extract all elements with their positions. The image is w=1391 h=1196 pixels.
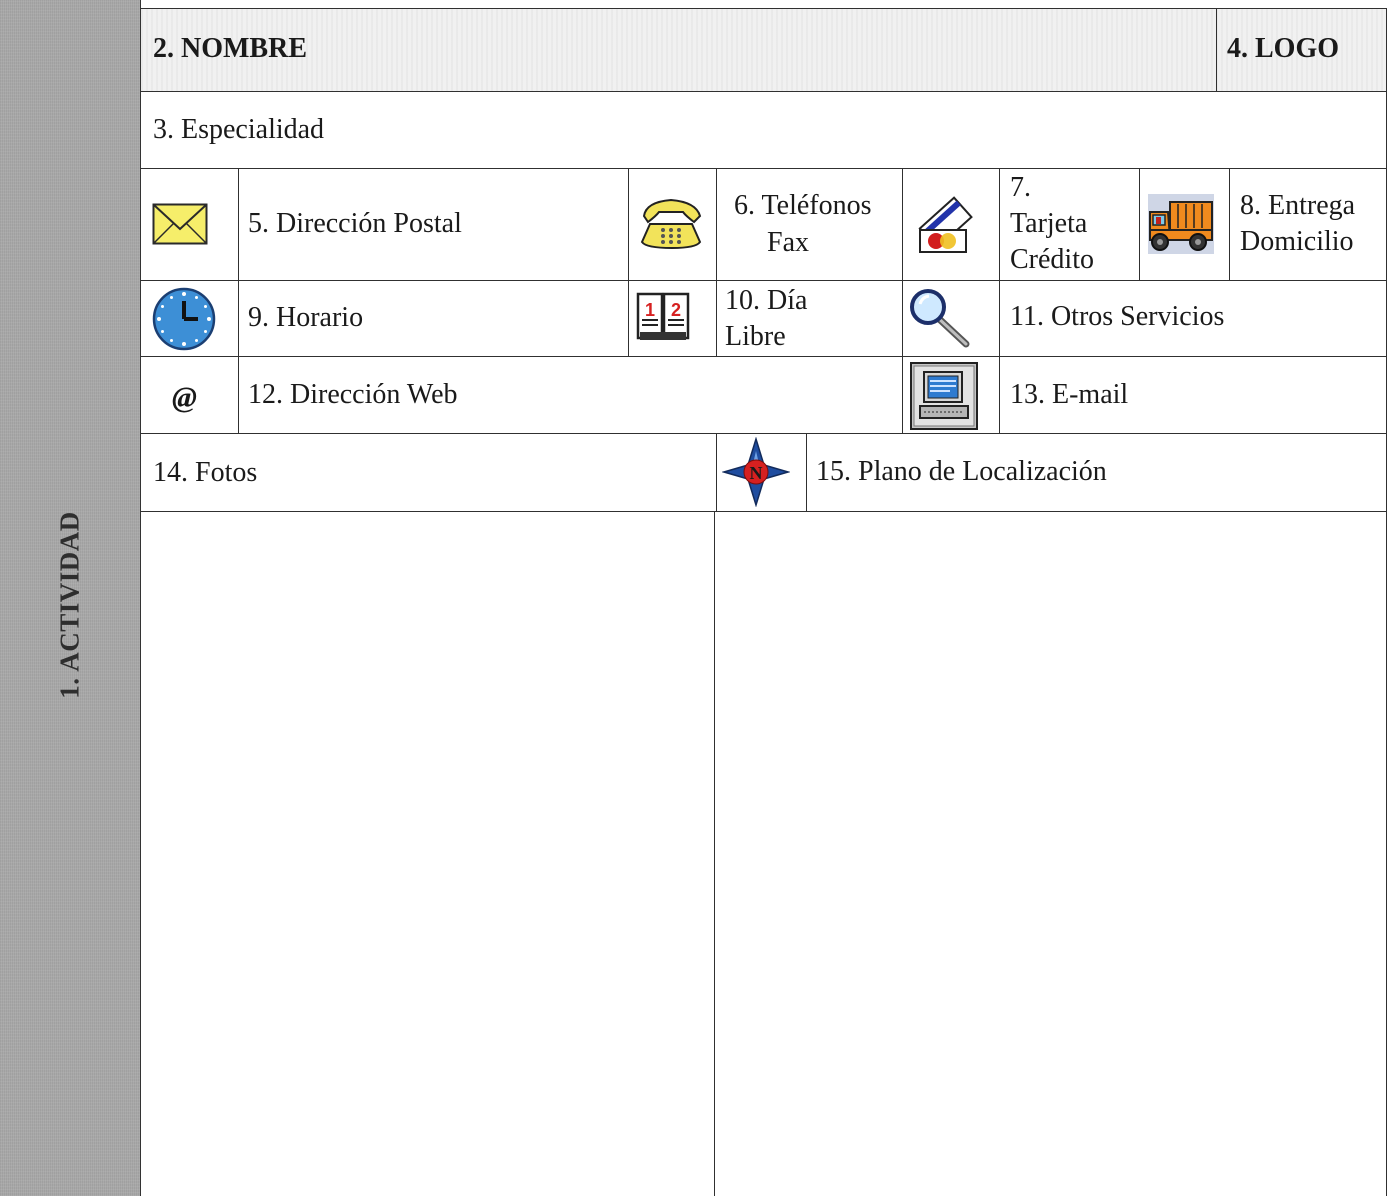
credit-card-label-line2: Tarjeta [1010, 208, 1088, 239]
grid-line [141, 168, 1387, 169]
grid-line [902, 168, 903, 433]
grid-line [141, 8, 1387, 9]
other-services-label: 11. Otros Servicios [1010, 301, 1225, 332]
location-map-area [716, 513, 1386, 1196]
grid-line [141, 433, 1387, 434]
grid-line [999, 168, 1000, 433]
credit-card-icon [912, 192, 978, 263]
header-band [141, 8, 1387, 92]
location-map-label: 15. Plano de Localización [816, 456, 1107, 487]
magnifier-icon [908, 288, 972, 355]
grid-line [1229, 168, 1230, 280]
grid-line [141, 91, 1387, 92]
name-field-label: 2. NOMBRE [153, 33, 307, 64]
compass-icon: N [721, 436, 791, 512]
home-delivery-label-line1: 8. Entrega [1240, 190, 1356, 221]
grid-line [806, 433, 807, 511]
telephone-icon [636, 194, 706, 257]
grid-line [238, 168, 239, 433]
calendar-right-digit: 2 [671, 300, 681, 320]
day-off-label-line2: Libre [725, 321, 786, 352]
specialty-label: 3. Especialidad [153, 114, 325, 145]
envelope-icon [152, 203, 208, 250]
clock-icon [152, 287, 216, 356]
home-delivery-label-line2: Domicilio [1240, 226, 1354, 257]
grid-line [1216, 8, 1217, 91]
phones-label-line1: 6. Teléfonos [734, 190, 872, 221]
computer-icon [910, 362, 978, 435]
web-address-label: 12. Dirección Web [248, 379, 458, 410]
grid-line [1139, 168, 1140, 280]
grid-line [141, 280, 1387, 281]
calendar-icon: 1 2 [636, 292, 690, 347]
grid-line [1386, 8, 1387, 1196]
compass-north-letter: N [750, 463, 763, 483]
grid-line [628, 168, 629, 356]
grid-line [716, 168, 717, 356]
schedule-label: 9. Horario [248, 302, 364, 333]
grid-line [714, 511, 715, 1196]
postal-address-label: 5. Dirección Postal [248, 208, 462, 239]
credit-card-label-line1: 7. [1010, 172, 1031, 203]
photos-label: 14. Fotos [153, 457, 258, 488]
grid-line [716, 433, 717, 511]
calendar-left-digit: 1 [645, 300, 655, 320]
day-off-label-line1: 10. Día [725, 285, 808, 316]
logo-field-label: 4. LOGO [1227, 33, 1340, 64]
email-label: 13. E-mail [1010, 379, 1129, 410]
delivery-truck-icon [1146, 192, 1216, 261]
fax-label: Fax [767, 227, 809, 258]
activity-label: 1. ACTIVIDAD [54, 511, 85, 699]
credit-card-label-line3: Crédito [1010, 244, 1094, 275]
grid-line [141, 356, 1387, 357]
photos-area [142, 513, 714, 1196]
at-sign-icon: @ [172, 381, 197, 414]
